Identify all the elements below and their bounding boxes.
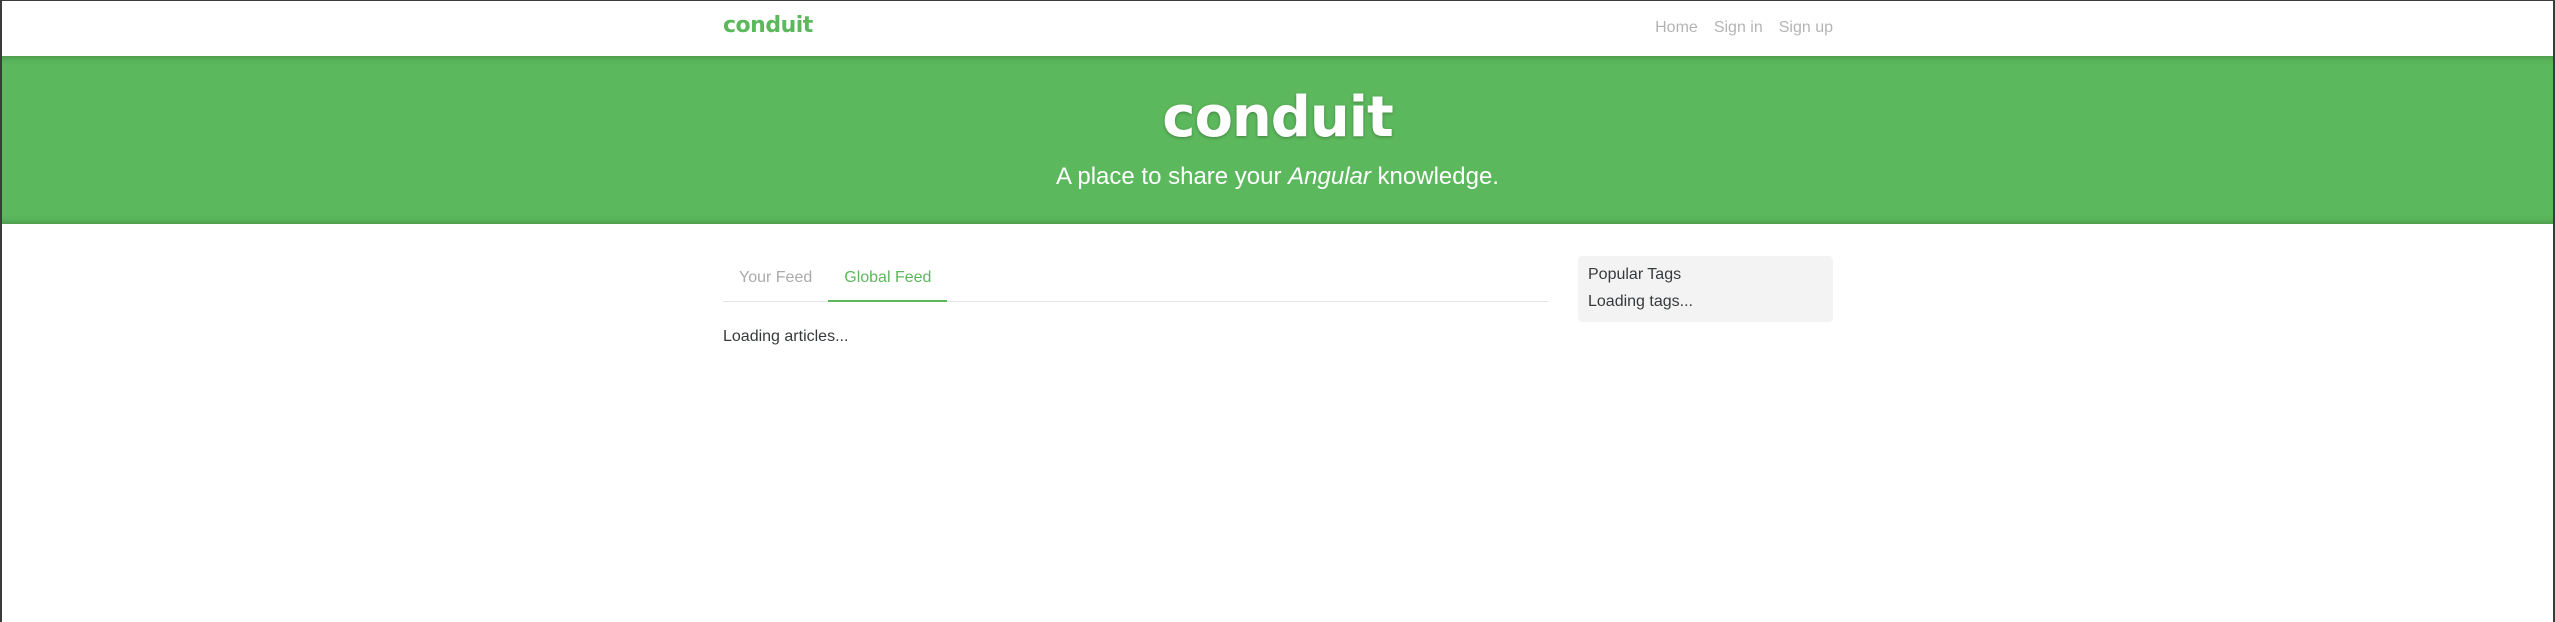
nav-links: Home Sign in Sign up (1639, 18, 1833, 38)
tab-your-feed[interactable]: Your Feed (723, 256, 828, 301)
banner-subtitle-prefix: A place to share your (1056, 163, 1289, 190)
tags-loading-status: Loading tags... (1588, 293, 1693, 310)
articles-loading-status: Loading articles... (723, 328, 849, 345)
brand-logo-link[interactable]: conduit (723, 13, 813, 38)
hero-banner: conduit A place to share your Angular kn… (2, 56, 2553, 224)
nav-link-sign-in[interactable]: Sign in (1698, 18, 1763, 38)
feed-column: Your Feed Global Feed Loading articles..… (723, 256, 1548, 346)
popular-tags-sidebar: Popular Tags Loading tags... (1578, 256, 1833, 322)
tab-global-feed[interactable]: Global Feed (828, 256, 948, 302)
banner-subtitle: A place to share your Angular knowledge. (2, 162, 2553, 192)
nav-link-home[interactable]: Home (1639, 18, 1698, 38)
banner-title: conduit (1162, 85, 1393, 150)
banner-subtitle-suffix: knowledge. (1370, 163, 1499, 190)
nav-link-sign-up[interactable]: Sign up (1763, 18, 1833, 38)
feed-toggle-tabs: Your Feed Global Feed (723, 256, 1548, 302)
sidebar-heading: Popular Tags (1588, 266, 1682, 283)
banner-subtitle-emphasis: Angular (1288, 163, 1371, 190)
browser-window: conduit Home Sign in Sign up conduit A p… (0, 0, 2555, 622)
top-navbar: conduit Home Sign in Sign up (2, 1, 2553, 56)
